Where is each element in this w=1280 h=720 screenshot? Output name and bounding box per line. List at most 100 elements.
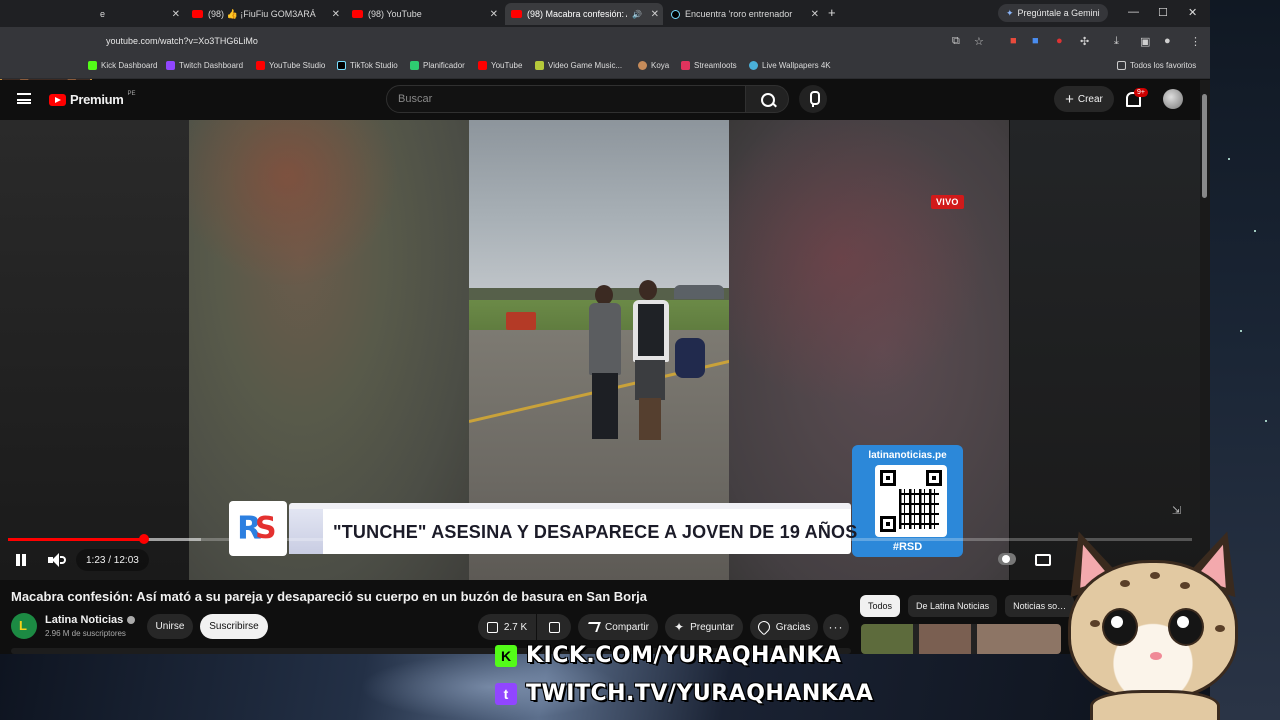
tab[interactable]: e ✕ [94,3,184,25]
gemini-spark-icon: ✦ [1006,7,1014,18]
bookmark-item[interactable]: YouTube Studio [256,61,325,70]
close-tab-icon[interactable]: ✕ [811,9,819,20]
subscribe-button[interactable]: Suscribirse [200,614,268,639]
share-icon [585,622,601,632]
cast-icon[interactable]: ⧉ [952,35,960,48]
all-bookmarks[interactable]: Todos los favoritos [1117,61,1196,70]
hangar [674,285,724,299]
bookmark-item[interactable]: Streamloots [681,61,737,70]
close-tab-icon[interactable]: ✕ [651,9,659,20]
create-button[interactable]: + Crear [1054,86,1114,112]
bookmark-item[interactable]: Koya [638,61,669,70]
extensions-puzzle-icon[interactable]: ✣ [1080,35,1089,48]
bookmark-item[interactable]: Planificador [410,61,465,70]
translate-extension-icon[interactable]: ■ [1032,35,1039,47]
wallpaper-icon [749,61,758,70]
twitch-icon [166,61,175,70]
bookmark-item[interactable]: Kick Dashboard [88,61,157,70]
bookmark-label: Streamloots [694,61,737,70]
tiktok-favicon-icon [671,9,680,19]
maximize-icon[interactable]: ☐ [1158,6,1168,19]
close-tab-icon[interactable]: ✕ [490,9,498,20]
video-player[interactable]: VIVO latinanoticias.pe #RSD R S "TUNCHE"… [0,120,1200,580]
voice-search-mic-icon[interactable] [799,85,827,113]
dislike-button[interactable] [537,614,571,640]
tab-title: (98) YouTube [368,9,422,19]
channel-name[interactable]: Latina Noticias [45,614,136,626]
video-title: Macabra confesión: Así mató a su pareja … [11,589,647,604]
progress-bar[interactable] [8,534,1192,544]
search-button[interactable] [745,85,789,113]
download-icon[interactable]: ⤓ [1114,35,1119,48]
autoplay-toggle[interactable] [998,553,1016,565]
close-tab-icon[interactable]: ✕ [332,9,340,20]
sidepanel-icon[interactable]: ▣ [1140,35,1150,48]
detained-man [587,285,623,445]
bookmark-label: TikTok Studio [350,61,398,70]
join-button[interactable]: Unirse [147,614,193,639]
address-bar: youtube.com/watch?v=Xo3THG6LiMo ⧉ ☆ ■ ■ … [0,27,1210,55]
youtube-logo-icon [49,93,66,106]
kick-logo-icon: K [495,644,517,667]
subtitles-icon[interactable] [1035,554,1051,566]
minimize-icon[interactable]: — [1128,6,1139,18]
notification-badge: 9+ [1134,88,1148,97]
hamburger-menu-icon[interactable] [17,93,31,104]
thanks-button[interactable]: Gracias [750,614,818,640]
time-text: 1:23 / 12:03 [86,554,139,566]
bookmark-item[interactable]: TikTok Studio [337,61,398,70]
qr-code [875,465,947,537]
cat-nose [1150,652,1162,660]
bookmark-item[interactable]: Twitch Dashboard [166,61,243,70]
ambient-glow [0,120,190,580]
close-tab-icon[interactable]: ✕ [172,9,180,20]
pause-icon[interactable] [15,554,27,566]
twitch-url: TWITCH.TV/YURAQHANKAA [526,681,874,706]
extension-icon[interactable]: ■ [1010,35,1017,47]
scrollbar-thumb[interactable] [1202,94,1207,198]
tab[interactable]: (98) 👍 ¡FiuFiu GOM3ARÁ a Si… ✕ [186,3,344,25]
youtube-premium-logo[interactable]: Premium PE [49,91,136,107]
plus-icon: + [1065,90,1074,108]
bookmark-star-icon[interactable]: ☆ [974,35,984,48]
volume-icon[interactable] [48,553,66,567]
gemini-button[interactable]: ✦ Pregúntale a Gemini [998,4,1108,22]
cat-eye [1168,608,1204,646]
like-button[interactable]: 2.7 K [478,614,536,640]
tiktok-icon [337,61,346,70]
extension-icon[interactable]: ● [1056,35,1063,47]
close-window-icon[interactable]: ✕ [1188,6,1197,19]
related-video-thumbnail[interactable] [861,624,1061,654]
create-label: Crear [1077,93,1103,105]
account-avatar[interactable] [1163,89,1183,109]
bookmark-item[interactable]: YouTube [478,61,522,70]
new-tab-icon[interactable]: + [828,5,836,20]
channel-name-text: Latina Noticias [45,614,124,626]
chip-all[interactable]: Todos [860,595,901,617]
bookmark-item[interactable]: Live Wallpapers 4K [749,61,831,70]
search-input[interactable]: Buscar [386,85,746,113]
url-text[interactable]: youtube.com/watch?v=Xo3THG6LiMo [106,36,258,46]
subscriber-count: 2.96 M de suscriptores [45,629,126,638]
bookmark-item[interactable]: Video Game Music... [535,61,622,70]
tab-active[interactable]: (98) Macabra confesión: As… 🔊 ✕ [505,3,663,25]
cat-vtuber-avatar [1050,522,1260,720]
miniplayer-icon[interactable]: ⇲ [1172,504,1181,517]
share-button[interactable]: Compartir [578,614,658,640]
folder-icon [1117,61,1126,70]
duffel-bag [675,338,705,378]
thanks-heart-icon [755,618,773,636]
bookmark-label: Todos los favoritos [1130,61,1197,70]
sparkle-icon: ✦ [674,620,685,634]
tab[interactable]: (98) YouTube ✕ [346,3,502,25]
profile-avatar-icon[interactable]: ● [1164,35,1171,47]
channel-avatar[interactable] [11,613,37,639]
youtube-icon [478,61,487,70]
kebab-menu-icon[interactable]: ⋮ [1190,35,1201,48]
tab[interactable]: Encuentra 'roro entrenador am… ✕ [665,3,823,25]
ask-button[interactable]: ✦ Preguntar [665,614,743,640]
chip-from-channel[interactable]: De Latina Noticias [908,595,998,617]
time-display: 1:23 / 12:03 [76,549,149,571]
more-actions-icon[interactable]: ··· [823,614,849,640]
verified-icon [127,616,136,624]
